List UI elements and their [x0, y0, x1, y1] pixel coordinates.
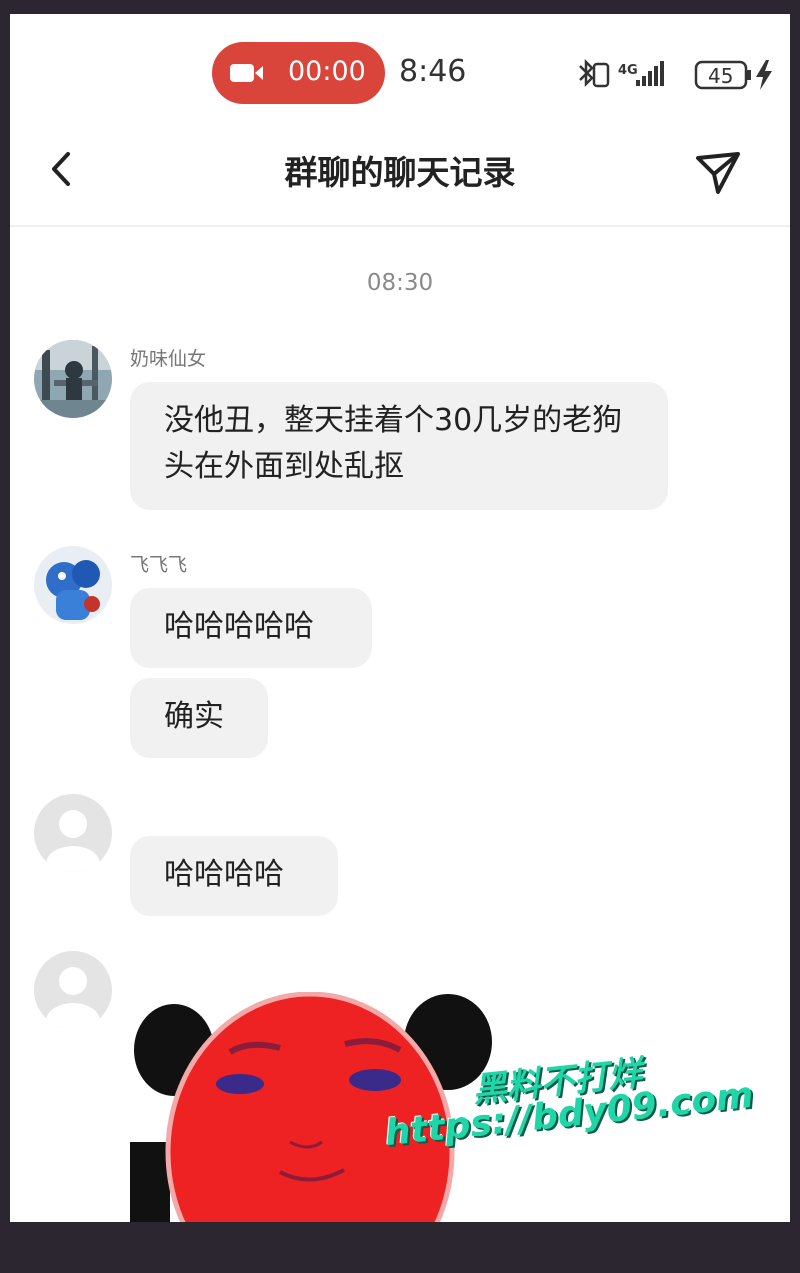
clock: 8:46: [399, 54, 467, 89]
default-user-icon: [34, 951, 112, 1029]
recording-time: 00:00: [288, 56, 366, 87]
battery-icon: 45: [694, 60, 751, 90]
default-avatar[interactable]: [34, 951, 112, 1029]
phone-screen: 00:00 8:46 4G 45 群聊的聊天记录 08:30 奶味仙女 没他丑，…: [10, 14, 790, 1222]
status-bar: 00:00 8:46 4G 45: [10, 14, 790, 134]
chat-timestamp: 08:30: [366, 270, 434, 296]
bluetooth-icon: [579, 58, 594, 88]
default-user-icon: [34, 794, 112, 872]
avatar[interactable]: [34, 546, 112, 624]
screen-recording-indicator[interactable]: 00:00: [212, 42, 385, 104]
sender-name: 奶味仙女: [130, 348, 207, 370]
vibrate-icon: [592, 62, 610, 88]
signal-icon: [636, 61, 664, 86]
header-divider: [10, 225, 790, 227]
share-send-icon[interactable]: [692, 148, 744, 198]
avatar[interactable]: [34, 340, 112, 418]
default-avatar[interactable]: [34, 794, 112, 872]
sender-name: 飞飞飞: [130, 554, 188, 576]
message-bubble[interactable]: 哈哈哈哈哈: [130, 588, 372, 668]
battery-level: 45: [708, 64, 733, 88]
network-type: 4G: [618, 63, 638, 78]
video-camera-icon: [230, 64, 263, 82]
message-bubble[interactable]: 确实: [130, 678, 268, 758]
user-photo-avatar: [34, 340, 112, 418]
message-bubble[interactable]: 没他丑，整天挂着个30几岁的老狗头在外面到处乱抠: [130, 382, 668, 510]
status-icons: 4G 45: [579, 58, 772, 90]
chat-header: 群聊的聊天记录: [10, 134, 790, 224]
user-photo-avatar: [34, 546, 112, 624]
page-title: 群聊的聊天记录: [284, 153, 516, 192]
message-bubble[interactable]: 哈哈哈哈: [130, 836, 338, 916]
bottom-bar: [0, 1222, 800, 1273]
charging-icon: [756, 60, 772, 90]
